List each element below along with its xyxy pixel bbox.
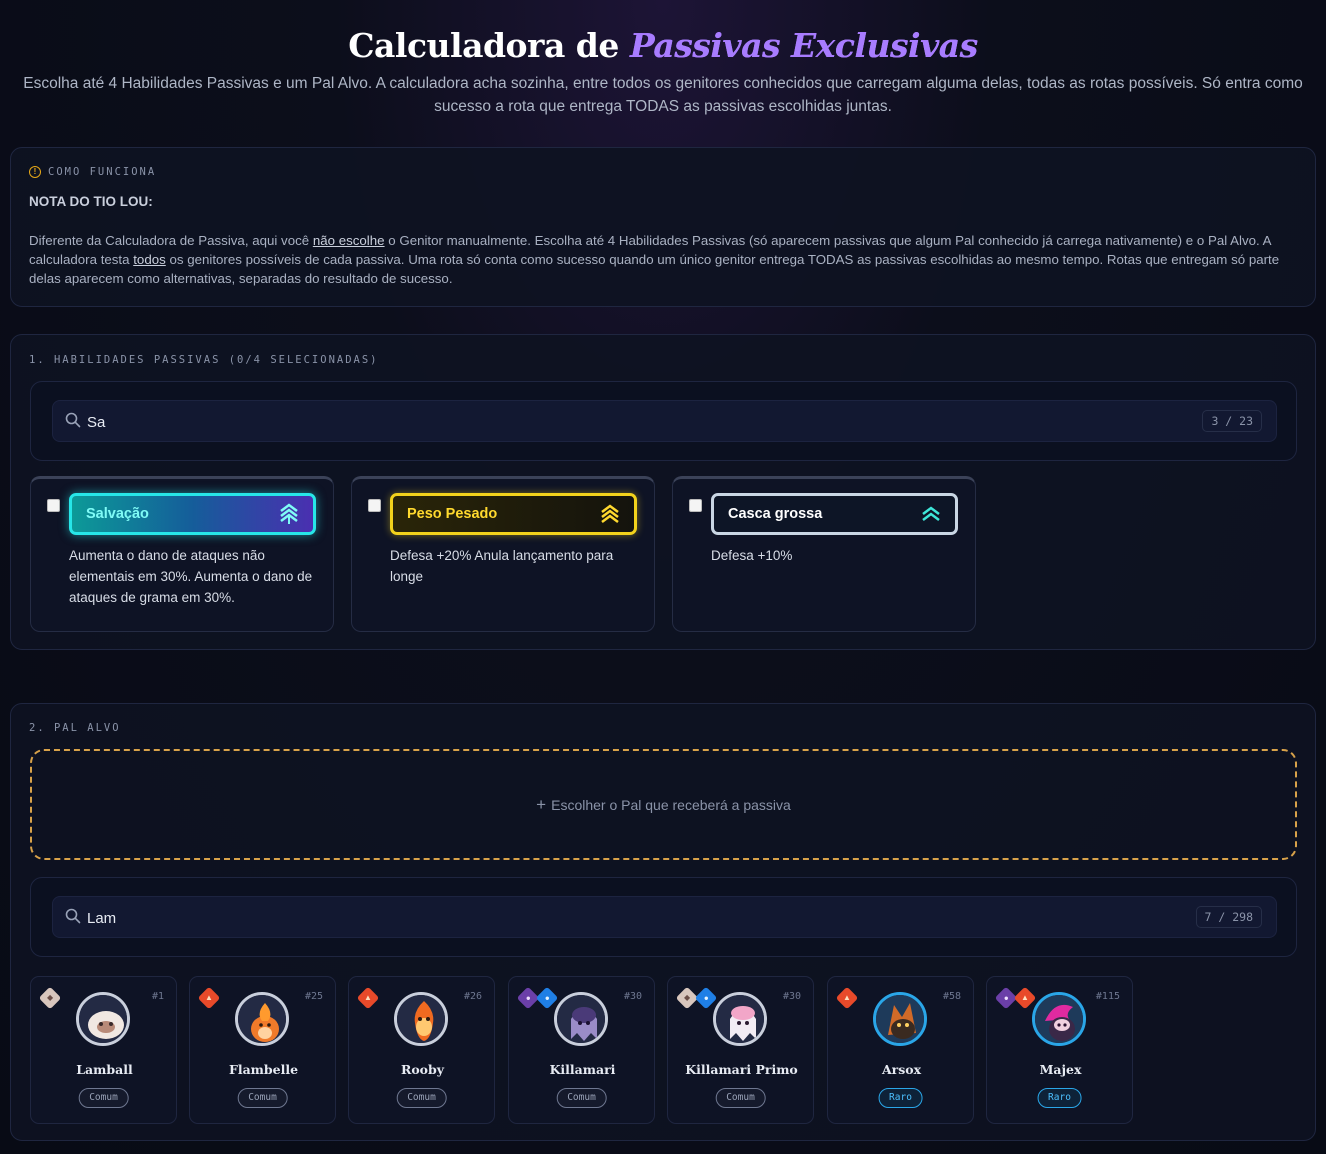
pal-avatar-majex — [1032, 992, 1086, 1046]
pal-number: #115 — [1095, 991, 1120, 1002]
element-icons: ◆ — [38, 986, 62, 1010]
info-body: Diferente da Calculadora de Passiva, aqu… — [29, 231, 1301, 288]
passive-desc: Defesa +20% Anula lançamento para longe — [390, 548, 614, 584]
passive-checkbox[interactable] — [689, 499, 702, 512]
choose-pal-label: Escolher o Pal que receberá a passiva — [551, 796, 791, 813]
element-icons: ● ▲ — [994, 986, 1037, 1010]
page-title: Calculadora de Passivas Exclusivas — [0, 26, 1326, 65]
info-label: COMO FUNCIONA — [48, 166, 157, 178]
passive-name: Salvação — [86, 506, 149, 522]
info-panel: ! COMO FUNCIONA NOTA DO TIO LOU: Diferen… — [10, 147, 1316, 307]
pal-search-box[interactable]: 7 / 298 — [52, 896, 1277, 938]
pal-avatar-flambelle — [235, 992, 289, 1046]
rarity-badge: Comum — [715, 1088, 766, 1108]
pal-card-flambelle[interactable]: ▲ #25 Flambelle Comum — [189, 976, 336, 1124]
fire-element-icon: ▲ — [356, 986, 380, 1010]
pal-number: #26 — [463, 991, 482, 1002]
passive-search-input[interactable] — [87, 411, 987, 433]
search-icon — [65, 412, 81, 428]
pal-name: Arsox — [881, 1062, 922, 1077]
passive-card-peso-pesado[interactable]: Peso Pesado Defesa +20% Anula lançamento… — [351, 476, 655, 632]
pal-name: Majex — [1039, 1062, 1082, 1077]
pal-search-input[interactable] — [87, 907, 987, 929]
nota-heading: NOTA DO TIO LOU: — [29, 194, 153, 209]
pal-avatar-arsox — [873, 992, 927, 1046]
passive-card-casca-grossa[interactable]: Casca grossa Defesa +10% — [672, 476, 976, 632]
pal-avatar-rooby — [394, 992, 448, 1046]
passive-search-box[interactable]: 3 / 23 — [52, 400, 1277, 442]
pal-number: #30 — [782, 991, 801, 1002]
passive-checkbox[interactable] — [47, 499, 60, 512]
rank-up-double-icon — [922, 506, 940, 521]
rarity-badge: Comum — [78, 1088, 129, 1108]
neutral-element-icon: ◆ — [38, 986, 62, 1010]
pal-name: Rooby — [400, 1062, 445, 1077]
pal-name: Lamball — [76, 1062, 133, 1077]
element-icons: ▲ — [835, 986, 859, 1010]
passive-name: Casca grossa — [728, 506, 823, 522]
pal-avatar-killamari-primo — [713, 992, 767, 1046]
pal-alvo-panel: 2. PAL ALVO + Escolher o Pal que receber… — [10, 703, 1316, 1141]
pal-name: Flambelle — [228, 1062, 299, 1077]
pal-card-lamball[interactable]: ◆ #1 Lamball Comum — [30, 976, 177, 1124]
info-link-nao-escolhe: não escolhe — [312, 233, 385, 248]
element-icons: ▲ — [356, 986, 380, 1010]
search-icon — [65, 908, 81, 924]
element-icons: ◆ ● — [675, 986, 718, 1010]
pal-search-count: 7 / 298 — [1195, 906, 1262, 928]
passive-desc: Aumenta o dano de ataques não elementais… — [69, 548, 313, 605]
pal-name: Killamari — [549, 1062, 616, 1077]
water-element-icon: ● — [535, 986, 559, 1010]
passive-name: Peso Pesado — [407, 506, 498, 522]
rank-up-triple-icon — [280, 503, 298, 524]
fire-element-icon: ▲ — [835, 986, 859, 1010]
pal-card-arsox[interactable]: ▲ #58 Arsox Raro — [827, 976, 974, 1124]
passive-badge: Peso Pesado — [390, 493, 637, 535]
pal-avatar-lamball — [76, 992, 130, 1046]
pal-number: #30 — [623, 991, 642, 1002]
pal-search-wrap: 7 / 298 — [30, 877, 1297, 957]
passive-desc: Defesa +10% — [711, 548, 793, 563]
fire-element-icon: ▲ — [197, 986, 221, 1010]
info-body-text-3: os genitores possíveis de cada passiva. … — [29, 252, 1280, 286]
rarity-badge: Comum — [396, 1088, 447, 1108]
pal-avatar-killamari — [554, 992, 608, 1046]
passive-card-salvacao[interactable]: Salvação Aumenta o dano de ataques não e… — [30, 476, 334, 632]
pal-card-rooby[interactable]: ▲ #26 Rooby Comum — [348, 976, 495, 1124]
info-link-todos: todos — [133, 252, 166, 267]
pal-number: #58 — [942, 991, 961, 1002]
pal-card-killamari[interactable]: ● ● #30 Killamari Comum — [508, 976, 655, 1124]
info-header: ! COMO FUNCIONA — [29, 166, 156, 178]
plus-icon: + — [536, 794, 547, 814]
element-icons: ▲ — [197, 986, 221, 1010]
passives-section-label: 1. HABILIDADES PASSIVAS (0/4 SELECIONADA… — [29, 354, 379, 366]
info-icon: ! — [29, 166, 41, 178]
passives-panel: 1. HABILIDADES PASSIVAS (0/4 SELECIONADA… — [10, 334, 1316, 650]
title-plain: Calculadora de — [348, 26, 619, 65]
title-accent: Passivas Exclusivas — [629, 26, 978, 65]
passive-checkbox[interactable] — [368, 499, 381, 512]
rarity-badge: Raro — [878, 1088, 923, 1108]
rarity-badge: Comum — [237, 1088, 288, 1108]
pal-number: #1 — [151, 991, 164, 1002]
rarity-badge: Comum — [556, 1088, 607, 1108]
rarity-badge: Raro — [1037, 1088, 1082, 1108]
page-subtitle: Escolha até 4 Habilidades Passivas e um … — [23, 75, 1303, 115]
passive-search-count: 3 / 23 — [1202, 410, 1262, 432]
pal-number: #25 — [304, 991, 323, 1002]
pal-card-killamari-primo[interactable]: ◆ ● #30 Killamari Primo Comum — [667, 976, 814, 1124]
pal-card-majex[interactable]: ● ▲ #115 Majex Raro — [986, 976, 1133, 1124]
pal-name: Killamari Primo — [685, 1062, 798, 1077]
passive-badge: Salvação — [69, 493, 316, 535]
fire-element-icon: ▲ — [1013, 986, 1037, 1010]
water-element-icon: ● — [694, 986, 718, 1010]
rank-up-triple-icon — [601, 504, 619, 523]
choose-pal-button[interactable]: + Escolher o Pal que receberá a passiva — [30, 749, 1297, 860]
passive-search-wrap: 3 / 23 — [30, 381, 1297, 461]
passive-badge: Casca grossa — [711, 493, 958, 535]
element-icons: ● ● — [516, 986, 559, 1010]
pal-alvo-section-label: 2. PAL ALVO — [29, 722, 121, 734]
info-body-text-1: Diferente da Calculadora de Passiva, aqu… — [29, 233, 313, 248]
